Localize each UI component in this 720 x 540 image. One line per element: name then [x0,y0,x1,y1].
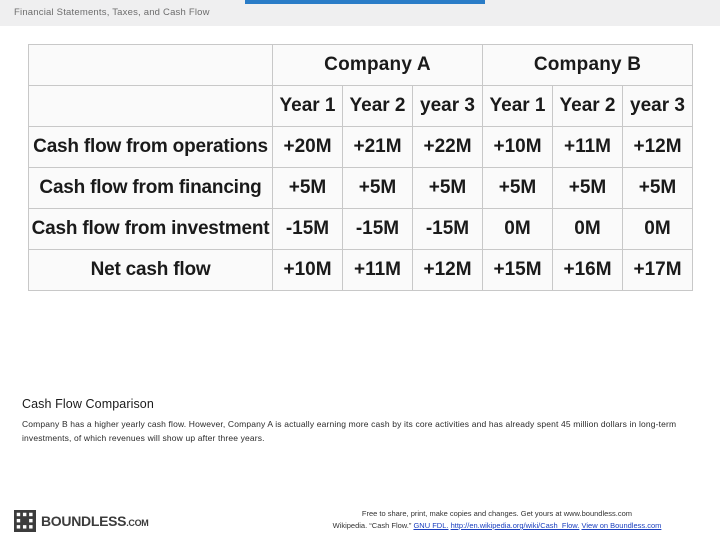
row-label: Cash flow from investment [28,208,273,250]
year-header-cell: year 3 [412,85,483,127]
table-cell: +12M [412,249,483,291]
boundless-dotcom: .COM [126,518,149,528]
row-label: Net cash flow [28,249,273,291]
table-cell: +11M [552,126,623,168]
boundless-wordmark: BOUNDLESS.COM [41,513,149,529]
year-header-cell: Year 2 [342,85,413,127]
table-corner-cell-2 [28,85,273,127]
section-heading: Cash Flow Comparison [22,397,154,411]
year-header-cell: Year 2 [552,85,623,127]
cash-flow-table-container: Company A Company B Year 1 Year 2 year 3… [28,44,693,291]
footer-attribution: Free to share, print, make copies and ch… [282,508,712,532]
company-a-header: Company A [272,44,483,86]
table-cell: +10M [272,249,343,291]
table-cell: 0M [622,208,693,250]
section-body-text: Company B has a higher yearly cash flow.… [22,419,677,443]
footer-source-prefix: Wikipedia. [332,521,368,530]
table-row: Net cash flow +10M +11M +12M +15M +16M +… [28,249,693,291]
table-cell: -15M [342,208,413,250]
slide-title: Financial Statements, Taxes, and Cash Fl… [14,7,210,18]
table-cell: +5M [552,167,623,209]
table-cell: 0M [552,208,623,250]
table-row: Cash flow from financing +5M +5M +5M +5M… [28,167,693,209]
footer-source-quote: “Cash Flow.” [369,521,412,530]
table-cell: +15M [482,249,553,291]
table-corner-cell [28,44,273,86]
table-row-company-header: Company A Company B [28,44,693,86]
table-cell: -15M [272,208,343,250]
boundless-logo[interactable]: BOUNDLESS.COM [14,510,149,532]
footer-view-on-boundless-link[interactable]: View on Boundless.com [581,521,661,530]
table-cell: +5M [342,167,413,209]
row-label: Cash flow from operations [28,126,273,168]
table-cell: +10M [482,126,553,168]
table-cell: 0M [482,208,553,250]
year-header-cell: year 3 [622,85,693,127]
table-cell: +5M [482,167,553,209]
table-cell: +22M [412,126,483,168]
table-row: Cash flow from operations +20M +21M +22M… [28,126,693,168]
top-bar-accent [245,0,485,4]
top-bar: Financial Statements, Taxes, and Cash Fl… [0,0,720,26]
table-cell: +5M [272,167,343,209]
footer-line-2: Wikipedia. “Cash Flow.” GNU FDL. http://… [282,520,712,532]
cash-flow-table: Company A Company B Year 1 Year 2 year 3… [28,44,693,291]
year-header-cell: Year 1 [272,85,343,127]
table-cell: +5M [412,167,483,209]
company-b-header: Company B [482,44,693,86]
footer-line-1: Free to share, print, make copies and ch… [361,509,633,518]
table-cell: +21M [342,126,413,168]
table-cell: +12M [622,126,693,168]
table-cell: +11M [342,249,413,291]
table-cell: +17M [622,249,693,291]
table-cell: +16M [552,249,623,291]
table-cell: +5M [622,167,693,209]
footer-license-link[interactable]: GNU FDL. [413,521,448,530]
table-cell: -15M [412,208,483,250]
table-row-year-header: Year 1 Year 2 year 3 Year 1 Year 2 year … [28,85,693,127]
table-row: Cash flow from investment -15M -15M -15M… [28,208,693,250]
table-cell: +20M [272,126,343,168]
boundless-mark-icon [14,510,36,532]
row-label: Cash flow from financing [28,167,273,209]
footer-wikipedia-link[interactable]: http://en.wikipedia.org/wiki/Cash_Flow. [451,521,580,530]
boundless-brand: BOUNDLESS [41,513,127,529]
year-header-cell: Year 1 [482,85,553,127]
